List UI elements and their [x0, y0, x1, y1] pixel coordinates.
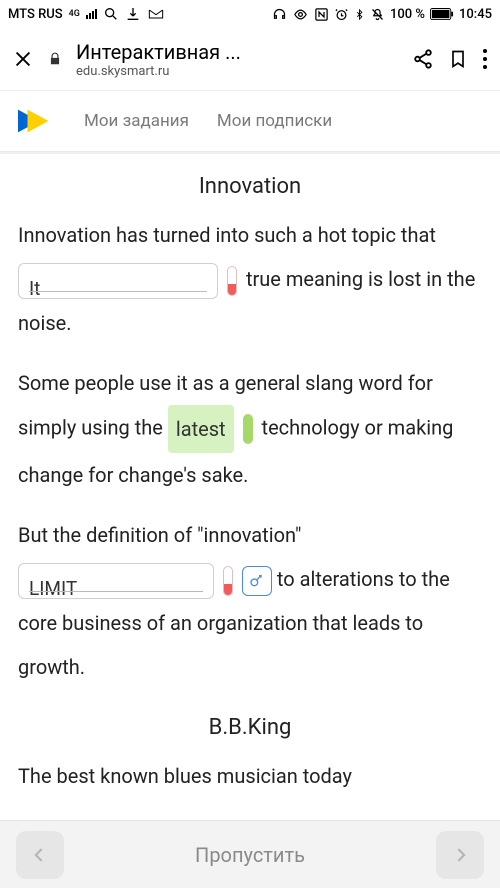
- headphones-icon: [272, 7, 287, 22]
- status-bar: MTS RUS 4G 100 % 10:45: [0, 0, 500, 28]
- tab-my-subscriptions[interactable]: Мои подписки: [217, 111, 332, 131]
- share-icon[interactable]: [412, 48, 434, 70]
- next-button[interactable]: [436, 831, 484, 879]
- blank-input-1[interactable]: It: [18, 263, 218, 299]
- network-label: 4G: [69, 10, 80, 19]
- score-pill-correct-icon: [243, 414, 253, 444]
- lock-icon: [48, 51, 62, 67]
- content-fade: [0, 792, 500, 820]
- tab-my-tasks[interactable]: Мои задания: [84, 111, 189, 131]
- battery-icon: [430, 8, 454, 21]
- download-icon: [125, 6, 141, 22]
- skip-button[interactable]: Пропустить: [195, 843, 305, 867]
- skysmart-logo-icon[interactable]: [18, 106, 56, 136]
- time-label: 10:45: [459, 7, 492, 22]
- bookmark-icon[interactable]: [448, 48, 468, 70]
- page-url: edu.skysmart.ru: [76, 64, 398, 79]
- signal-icon: [86, 9, 97, 19]
- bluetooth-icon: [354, 7, 365, 22]
- mail-icon: [147, 6, 165, 22]
- alarm-icon: [334, 7, 349, 22]
- blank-input-3[interactable]: LIMIT: [18, 563, 214, 599]
- close-icon[interactable]: [12, 48, 34, 70]
- paragraph-1: Innovation has turned into such a hot to…: [18, 213, 482, 345]
- blank-correct-2: latest: [168, 405, 234, 453]
- paragraph-3: But the definition of "innovation" LIMIT…: [18, 513, 482, 689]
- hint-button[interactable]: [242, 566, 272, 596]
- browser-bar: Интерактивная ... edu.skysmart.ru: [0, 28, 500, 90]
- menu-icon[interactable]: [482, 48, 488, 70]
- page-title: Интерактивная ...: [76, 40, 398, 64]
- content-area: Innovation Innovation has turned into su…: [0, 154, 500, 798]
- carrier-label: MTS RUS: [8, 7, 63, 22]
- score-pill-wrong-icon: [223, 566, 233, 596]
- heading-innovation: Innovation: [18, 174, 482, 199]
- heading-bbking: B.B.King: [18, 715, 482, 740]
- eye-icon: [292, 7, 309, 22]
- battery-label: 100 %: [390, 7, 425, 22]
- mute-icon: [370, 7, 385, 22]
- paragraph-2: Some people use it as a general slang wo…: [18, 361, 482, 497]
- prev-button[interactable]: [16, 831, 64, 879]
- bottom-bar: Пропустить: [0, 820, 500, 888]
- app-header: Мои задания Мои подписки: [0, 90, 500, 152]
- score-pill-wrong-icon: [227, 266, 237, 296]
- search-icon: [103, 6, 119, 22]
- nfc-icon: [314, 7, 329, 22]
